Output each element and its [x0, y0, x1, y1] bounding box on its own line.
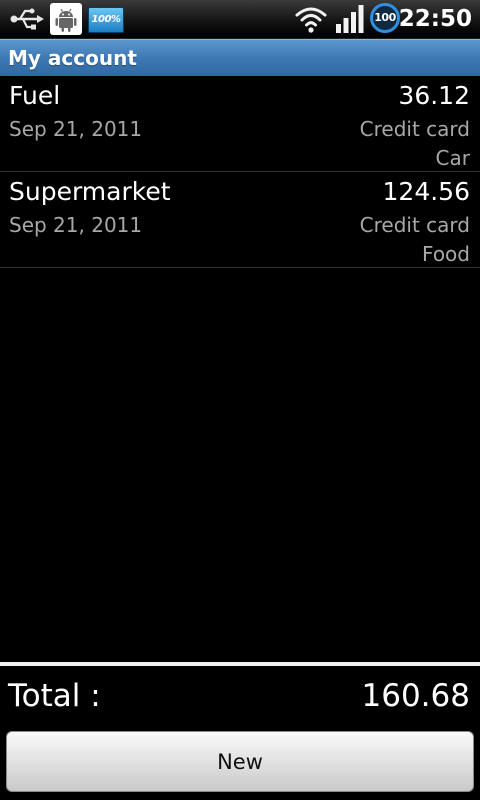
transaction-row[interactable]: Supermarket 124.56 Sep 21, 2011 Credit c…	[0, 172, 480, 268]
battery-icon: 100	[370, 3, 400, 33]
wifi-icon	[295, 7, 327, 33]
transaction-payment-method: Credit card	[359, 213, 470, 237]
transaction-row[interactable]: Fuel 36.12 Sep 21, 2011 Credit card Car	[0, 76, 480, 172]
signal-icon	[336, 5, 364, 33]
footer-divider	[0, 662, 480, 666]
transaction-category: Food	[422, 242, 470, 266]
transaction-category: Car	[435, 146, 470, 170]
transaction-amount: 36.12	[398, 81, 470, 110]
transaction-date: Sep 21, 2011	[9, 117, 143, 141]
total-label: Total :	[8, 678, 101, 714]
title-bar: My account	[0, 39, 480, 76]
transaction-date: Sep 21, 2011	[9, 213, 143, 237]
new-button[interactable]: New	[6, 731, 474, 792]
status-bar: 100% 100 22:50	[0, 0, 480, 39]
battery-notification-icon: 100%	[88, 7, 124, 33]
status-time: 22:50	[398, 6, 472, 32]
usb-icon	[10, 8, 44, 30]
transaction-amount: 124.56	[382, 177, 470, 206]
transaction-payment-method: Credit card	[359, 117, 470, 141]
transaction-name: Fuel	[9, 81, 61, 110]
android-debug-icon	[50, 3, 82, 35]
total-value: 160.68	[361, 678, 470, 714]
transaction-list: Fuel 36.12 Sep 21, 2011 Credit card Car …	[0, 76, 480, 268]
transaction-name: Supermarket	[9, 177, 171, 206]
page-title: My account	[8, 46, 137, 70]
